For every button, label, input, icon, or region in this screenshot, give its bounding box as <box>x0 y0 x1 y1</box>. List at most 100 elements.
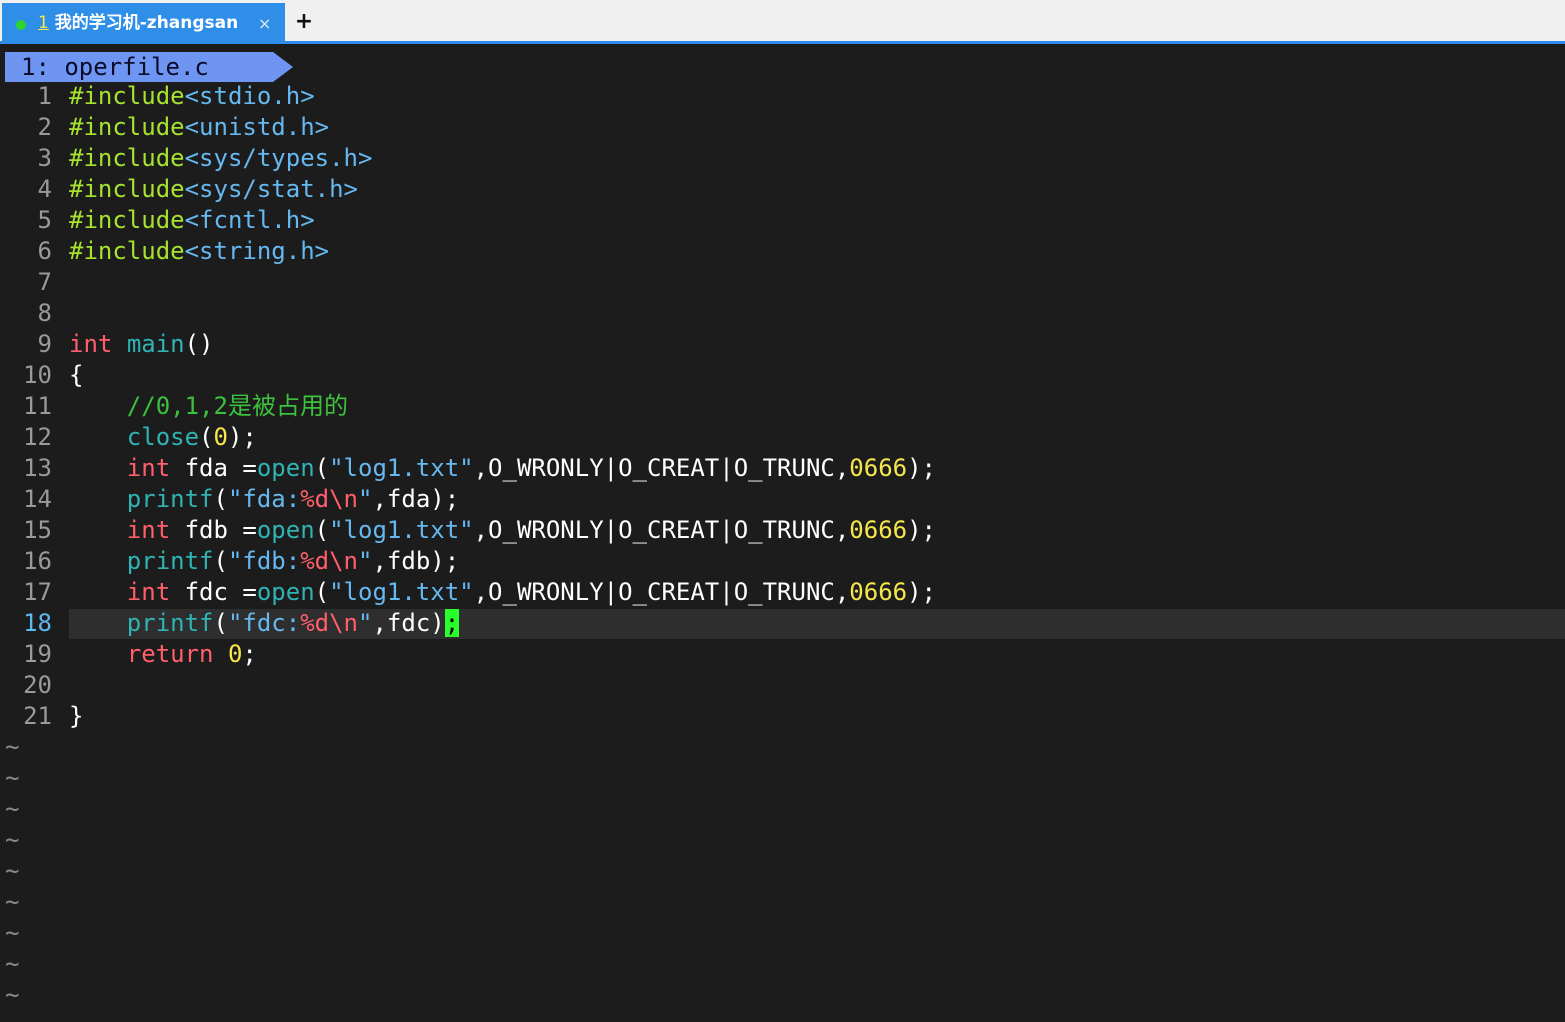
code-token: ( <box>314 578 330 606</box>
line-number: 18 <box>23 609 52 637</box>
buffer-tab[interactable]: 1: operfile.c <box>5 52 293 82</box>
empty-line-marker: ~ <box>5 857 20 885</box>
line-number: 4 <box>37 175 52 203</box>
code-token: \n <box>329 547 359 575</box>
close-icon[interactable]: × <box>258 3 271 44</box>
code-line[interactable]: 4 #include<sys/stat.h> <box>0 174 1565 205</box>
code-text: int fdb =open("log1.txt",O_WRONLY|O_CREA… <box>69 515 936 546</box>
code-text: #include<string.h> <box>69 236 329 267</box>
code-token: #include <box>69 144 185 172</box>
code-token: <unistd.h> <box>184 113 330 141</box>
code-line[interactable]: 21} <box>0 701 1565 732</box>
code-token: printf <box>126 609 214 637</box>
code-token: \n <box>329 485 359 513</box>
empty-line-marker: ~ <box>5 826 20 854</box>
text-cursor: ; <box>444 609 460 637</box>
code-text: #include<fcntl.h> <box>69 205 315 236</box>
code-token: open <box>256 454 315 482</box>
code-token: ( <box>213 547 228 575</box>
code-line[interactable]: 3 #include<sys/types.h> <box>0 143 1565 174</box>
line-number: 17 <box>23 578 52 606</box>
code-text: return 0; <box>69 639 257 670</box>
vim-editor[interactable]: 1: operfile.c 1 #include<stdio.h> 2 #includ… <box>0 47 1565 1022</box>
code-token: "log1.txt" <box>329 516 474 544</box>
code-token: ( <box>314 454 330 482</box>
empty-line-marker: ~ <box>5 888 20 916</box>
tab-label: 1 我的学习机-zhangsan <box>38 3 238 44</box>
code-token: int <box>69 330 113 358</box>
line-number: 9 <box>37 330 52 358</box>
line-number: 2 <box>37 113 52 141</box>
code-line[interactable]: 6 #include<string.h> <box>0 236 1565 267</box>
code-token: close <box>126 423 200 451</box>
line-number: 16 <box>23 547 52 575</box>
empty-line-marker: ~ <box>5 950 20 978</box>
code-token: //0,1,2是被占用的 <box>126 392 348 420</box>
code-token: 0666 <box>849 516 908 544</box>
code-line[interactable]: 9 int main() <box>0 329 1565 360</box>
code-text: #include<sys/types.h> <box>69 143 372 174</box>
code-text: printf("fda:%d\n",fda); <box>69 484 459 515</box>
code-line[interactable]: 17 int fdc =open("log1.txt",O_WRONLY|O_C… <box>0 577 1565 608</box>
code-token: ); <box>907 516 936 544</box>
code-token: 0 <box>227 640 243 668</box>
tab-bar: 1 我的学习机-zhangsan × + <box>0 0 1565 44</box>
code-text: #include<stdio.h> <box>69 81 315 112</box>
code-token: ,O_WRONLY|O_CREAT|O_TRUNC, <box>473 454 850 482</box>
code-token: #include <box>69 206 185 234</box>
code-token: () <box>184 330 214 358</box>
empty-line-marker: ~ <box>5 981 20 1009</box>
code-token: printf <box>126 485 214 513</box>
code-line[interactable]: 12 close(0); <box>0 422 1565 453</box>
code-token: fdb = <box>170 516 257 544</box>
code-token: "fdb: <box>227 547 301 575</box>
code-token: ( <box>213 609 228 637</box>
code-token: ,fda); <box>372 485 460 513</box>
code-line[interactable]: 19 return 0; <box>0 639 1565 670</box>
code-token: " <box>358 485 373 513</box>
line-number: 20 <box>23 671 52 699</box>
code-token: %d <box>300 609 330 637</box>
code-line[interactable]: 13 int fda =open("log1.txt",O_WRONLY|O_C… <box>0 453 1565 484</box>
code-token: #include <box>69 237 185 265</box>
line-number: 1 <box>37 82 52 110</box>
code-line[interactable]: 7 <box>0 267 1565 298</box>
code-line[interactable]: 5 #include<fcntl.h> <box>0 205 1565 236</box>
code-token: ,O_WRONLY|O_CREAT|O_TRUNC, <box>473 516 850 544</box>
code-line[interactable]: 18 printf("fdc:%d\n",fdc); <box>0 608 1565 639</box>
code-token: %d <box>300 485 330 513</box>
code-token: open <box>256 578 315 606</box>
code-line[interactable]: 1 #include<stdio.h> <box>0 81 1565 112</box>
code-token: ,O_WRONLY|O_CREAT|O_TRUNC, <box>473 578 850 606</box>
code-token: 0666 <box>849 454 908 482</box>
line-number: 14 <box>23 485 52 513</box>
line-number: 7 <box>37 268 52 296</box>
code-line[interactable]: 16 printf("fdb:%d\n",fdb); <box>0 546 1565 577</box>
code-token: } <box>69 702 84 730</box>
code-token: main <box>126 330 185 358</box>
code-line[interactable]: 11 //0,1,2是被占用的 <box>0 391 1565 422</box>
code-line[interactable]: 8 <box>0 298 1565 329</box>
tab-session[interactable]: 1 我的学习机-zhangsan × <box>2 3 285 44</box>
code-line[interactable]: 14 printf("fda:%d\n",fda); <box>0 484 1565 515</box>
line-number: 21 <box>23 702 52 730</box>
code-line[interactable]: 15 int fdb =open("log1.txt",O_WRONLY|O_C… <box>0 515 1565 546</box>
new-tab-button[interactable]: + <box>294 6 314 38</box>
code-line[interactable]: 10 { <box>0 360 1565 391</box>
code-line[interactable]: 2 #include<unistd.h> <box>0 112 1565 143</box>
code-token: 0 <box>213 423 228 451</box>
code-text: #include<unistd.h> <box>69 112 329 143</box>
line-number: 15 <box>23 516 52 544</box>
code-line[interactable]: 20 <box>0 670 1565 701</box>
code-text: printf("fdb:%d\n",fdb); <box>69 546 459 577</box>
code-token: return <box>126 640 214 668</box>
code-area[interactable]: 1 #include<stdio.h> 2 #include<unistd.h> 3 #i… <box>0 81 1565 732</box>
code-token: #include <box>69 175 185 203</box>
code-token: "log1.txt" <box>329 578 474 606</box>
code-token: int <box>126 454 171 482</box>
